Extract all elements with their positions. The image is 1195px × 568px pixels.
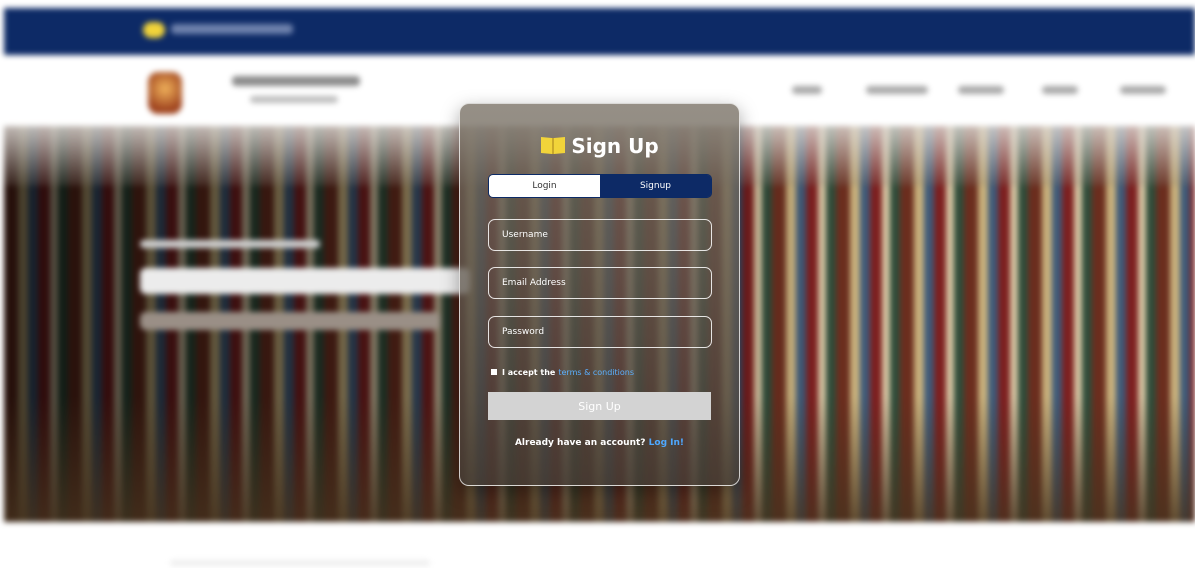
open-book-icon [541, 137, 566, 154]
brand-icon [143, 22, 165, 38]
terms-checkbox[interactable] [491, 369, 497, 375]
brand-name-blurred [171, 24, 293, 34]
tab-login[interactable]: Login [489, 175, 600, 197]
signup-card: Sign Up Login Signup Username Email Addr… [459, 103, 740, 486]
auth-tabs: Login Signup [488, 174, 712, 198]
login-prompt-text: Already have an account? [514, 438, 646, 448]
email-placeholder: Email Address [502, 278, 566, 288]
terms-label: I accept the [502, 367, 556, 377]
signup-title: Sign Up [460, 134, 739, 158]
brand-logo [143, 22, 293, 40]
password-input[interactable]: Password [488, 316, 712, 348]
username-input[interactable]: Username [488, 219, 712, 251]
hero-title-blurred [140, 268, 470, 294]
hero-title-line2-blurred [140, 312, 440, 330]
email-input[interactable]: Email Address [488, 267, 712, 299]
school-crest-icon [148, 72, 182, 114]
site-title-blurred [232, 76, 360, 86]
hero-subtitle-blurred [140, 240, 320, 248]
section-heading-blurred [170, 560, 430, 566]
nav-item-blurred [1042, 86, 1078, 94]
signup-button[interactable]: Sign Up [488, 392, 711, 420]
login-link[interactable]: Log In! [649, 438, 684, 448]
signup-title-text: Sign Up [571, 134, 659, 158]
username-placeholder: Username [502, 230, 548, 240]
nav-item-blurred [866, 86, 928, 94]
terms-row: I accept the terms & conditions [491, 366, 634, 378]
login-prompt: Already have an account? Log In! [460, 438, 739, 448]
password-placeholder: Password [502, 327, 545, 337]
terms-link[interactable]: terms & conditions [558, 368, 634, 377]
nav-item-blurred [1120, 86, 1166, 94]
site-subtitle-blurred [250, 96, 338, 103]
nav-item-blurred [792, 86, 822, 94]
tab-signup[interactable]: Signup [600, 175, 711, 197]
nav-item-blurred [958, 86, 1004, 94]
